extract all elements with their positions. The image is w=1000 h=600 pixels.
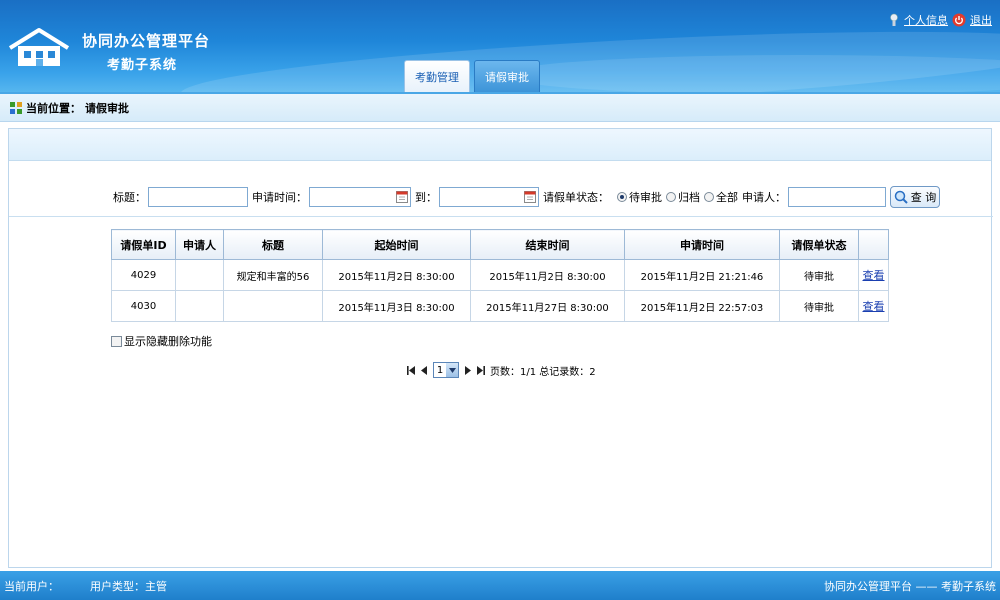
status-radio-all[interactable]: 全部 [704, 189, 738, 205]
query-button-label: 查 询 [910, 190, 937, 204]
status-radio-pending[interactable]: 待审批 [617, 189, 662, 205]
cell-apply-time: 2015年11月2日 21:21:46 [624, 259, 780, 291]
leave-table: 请假单ID 申请人 标题 起始时间 结束时间 申请时间 请假单状态 4029 规… [111, 229, 889, 322]
footer: 当前用户： 用户类型：主管 协同办公管理平台 —— 考勤子系统 [0, 571, 1000, 600]
cell-title: 规定和丰富的56 [223, 259, 323, 291]
view-link[interactable]: 查看 [863, 300, 885, 313]
cell-id: 4030 [111, 290, 176, 322]
calendar-icon[interactable] [396, 190, 408, 203]
col-header-start: 起始时间 [322, 229, 471, 260]
title-label: 标题： [113, 190, 146, 204]
cell-start: 2015年11月2日 8:30:00 [322, 259, 471, 291]
col-header-id: 请假单ID [111, 229, 176, 260]
cell-status: 待审批 [779, 290, 859, 322]
title-input[interactable] [148, 186, 248, 207]
status-option-label: 全部 [716, 190, 738, 204]
cell-id: 4029 [111, 259, 176, 291]
show-hidden-delete-checkbox[interactable] [111, 335, 122, 347]
table-row: 4029 规定和丰富的56 2015年11月2日 8:30:00 2015年11… [111, 259, 889, 291]
col-header-action [858, 229, 889, 260]
house-logo-icon [8, 28, 70, 66]
location-icon [10, 101, 22, 114]
tab-bar: 考勤管理 请假审批 [404, 60, 540, 92]
radio-dot[interactable] [666, 191, 676, 202]
pager: 1 页数：1/1 总记录数：2 [407, 362, 596, 378]
header: 协同办公管理平台 考勤子系统 个人信息 退出 考勤管理 请假审批 [0, 0, 1000, 92]
to-label: 到： [415, 190, 437, 204]
show-hidden-delete-option[interactable]: 显示隐藏删除功能 [111, 333, 212, 349]
query-button[interactable]: 查 询 [890, 185, 940, 208]
location-bar: 当前位置： 请假审批 [0, 92, 1000, 122]
radio-dot[interactable] [704, 191, 714, 202]
status-option-label: 归档 [678, 190, 700, 204]
last-page-icon[interactable] [477, 365, 485, 375]
tab-attendance[interactable]: 考勤管理 [404, 60, 470, 92]
cell-end: 2015年11月27日 8:30:00 [470, 290, 625, 322]
location-page: 请假审批 [85, 101, 129, 115]
search-icon [894, 190, 908, 204]
content-panel: 标题： 申请时间： 到： 请假单状态： 待审批 归档 全部 申请人： 查 询 请… [8, 128, 993, 568]
prev-page-icon[interactable] [420, 365, 428, 375]
radio-dot[interactable] [617, 191, 627, 202]
tab-leave-approval[interactable]: 请假审批 [474, 60, 540, 92]
chevron-down-icon [446, 363, 458, 377]
show-hidden-delete-label: 显示隐藏删除功能 [124, 335, 212, 348]
col-header-title: 标题 [223, 229, 323, 260]
profile-link[interactable]: 个人信息 [904, 12, 948, 28]
view-link[interactable]: 查看 [863, 269, 885, 282]
location-label: 当前位置： [26, 101, 81, 115]
cell-apply-time: 2015年11月2日 22:57:03 [624, 290, 780, 322]
applicant-input[interactable] [788, 186, 886, 207]
logout-link[interactable]: 退出 [970, 12, 992, 28]
app-subtitle: 考勤子系统 [107, 58, 178, 73]
footer-current-user: 当前用户： [4, 579, 59, 593]
cell-title [223, 290, 323, 322]
page-select-value: 1 [436, 364, 444, 376]
apply-from-wrap [309, 186, 411, 207]
content-header-band [9, 129, 991, 161]
cell-applicant [175, 290, 224, 322]
col-header-status: 请假单状态 [779, 229, 859, 260]
cell-status: 待审批 [779, 259, 859, 291]
table-row: 4030 2015年11月3日 8:30:00 2015年11月27日 8:30… [111, 290, 889, 322]
applicant-label: 申请人： [742, 190, 786, 204]
apply-time-label: 申请时间： [252, 190, 307, 204]
footer-user-type: 用户类型：主管 [90, 579, 167, 593]
search-bar: 标题： 申请时间： 到： 请假单状态： 待审批 归档 全部 申请人： 查 询 [9, 177, 993, 217]
cell-action: 查看 [858, 290, 889, 322]
app-title: 协同办公管理平台 [82, 32, 211, 50]
table-header-row: 请假单ID 申请人 标题 起始时间 结束时间 申请时间 请假单状态 [111, 229, 889, 260]
col-header-end: 结束时间 [470, 229, 625, 260]
power-icon [952, 13, 966, 27]
cell-action: 查看 [858, 259, 889, 291]
next-page-icon[interactable] [464, 365, 472, 375]
cell-start: 2015年11月3日 8:30:00 [322, 290, 471, 322]
apply-to-wrap [439, 186, 539, 207]
page-select[interactable]: 1 [433, 362, 459, 378]
cell-applicant [175, 259, 224, 291]
status-radio-archived[interactable]: 归档 [666, 189, 700, 205]
pager-info: 页数：1/1 总记录数：2 [490, 366, 596, 378]
calendar-icon[interactable] [524, 190, 536, 203]
first-page-icon[interactable] [407, 365, 415, 375]
footer-system-name: 协同办公管理平台 —— 考勤子系统 [824, 579, 996, 593]
status-label: 请假单状态： [543, 190, 609, 204]
profile-icon [890, 13, 898, 26]
top-links: 个人信息 退出 [888, 12, 992, 28]
status-option-label: 待审批 [629, 190, 662, 204]
col-header-applicant: 申请人 [175, 229, 224, 260]
col-header-apply-time: 申请时间 [624, 229, 780, 260]
cell-end: 2015年11月2日 8:30:00 [470, 259, 625, 291]
